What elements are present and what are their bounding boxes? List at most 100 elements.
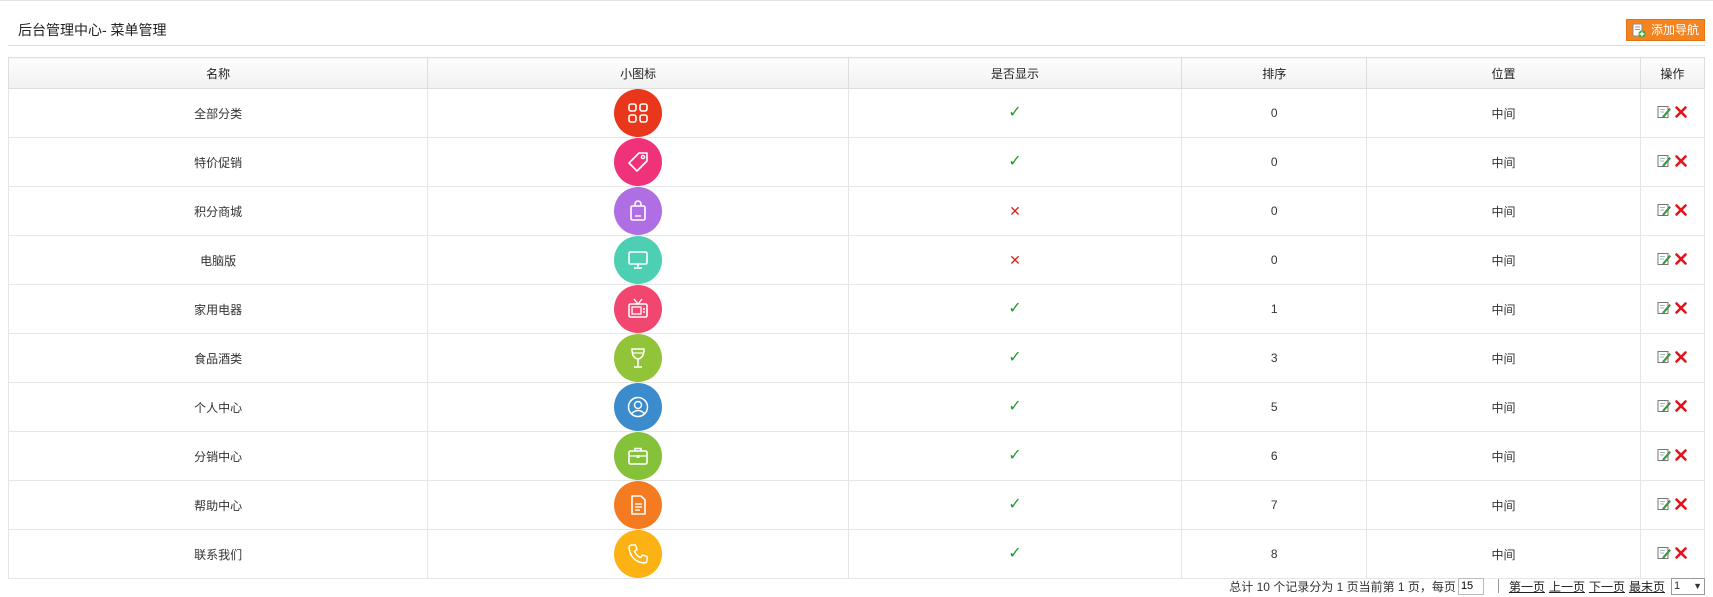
position-value: 中间 <box>1491 400 1516 415</box>
menu-name: 分销中心 <box>194 449 243 464</box>
per-page-input[interactable] <box>1457 577 1484 595</box>
table-body: 全部分类 ✓ 0 中间 特价促销 ✓ 0 中间 积分商城 ✕ 0 中间 电脑版 ✕ 0 中间 家用电器 ✓ 1 中间食… <box>7 88 1706 579</box>
edit-icon[interactable] <box>1657 252 1671 266</box>
position-value: 中间 <box>1491 302 1516 317</box>
edit-icon[interactable] <box>1657 399 1671 413</box>
cell-icon <box>427 431 849 481</box>
table-row: 分销中心 ✓ 6 中间 <box>7 431 1706 481</box>
edit-icon[interactable] <box>1657 203 1671 217</box>
position-value: 中间 <box>1491 204 1516 219</box>
cell-visible: ✓ <box>847 137 1183 187</box>
cell-position: 中间 <box>1366 431 1641 481</box>
menu-name: 食品酒类 <box>194 351 243 366</box>
delete-icon[interactable] <box>1674 546 1688 560</box>
delete-icon[interactable] <box>1674 252 1688 266</box>
delete-icon[interactable] <box>1674 301 1688 315</box>
column-header-visible[interactable]: 是否显示 <box>847 57 1183 89</box>
page-select-value: 1 <box>1674 580 1681 592</box>
menu-name: 联系我们 <box>194 547 243 562</box>
cell-sort: 0 <box>1181 235 1368 285</box>
menu-name: 帮助中心 <box>194 498 243 513</box>
delete-icon[interactable] <box>1674 399 1688 413</box>
check-icon[interactable]: ✓ <box>1008 545 1021 562</box>
prev-page-link[interactable]: 上一页 <box>1549 578 1585 595</box>
delete-icon[interactable] <box>1674 154 1688 168</box>
cell-sort: 0 <box>1181 88 1368 138</box>
chevron-down-icon: ▼ <box>1693 581 1702 591</box>
cell-name: 个人中心 <box>7 382 429 432</box>
monitor-icon <box>614 236 663 284</box>
add-nav-button[interactable]: 添加导航 <box>1626 19 1705 41</box>
edit-icon[interactable] <box>1657 350 1671 364</box>
check-icon[interactable]: ✓ <box>1008 104 1021 121</box>
first-page-link[interactable]: 第一页 <box>1509 578 1545 595</box>
edit-icon[interactable] <box>1657 546 1671 560</box>
check-icon[interactable]: ✓ <box>1008 447 1021 464</box>
cell-position: 中间 <box>1366 186 1641 236</box>
delete-icon[interactable] <box>1674 497 1688 511</box>
cell-sort: 7 <box>1181 480 1368 530</box>
document-icon <box>614 481 663 529</box>
page-select[interactable]: 1 ▼ <box>1671 577 1705 595</box>
check-icon[interactable]: ✓ <box>1008 349 1021 366</box>
cross-icon[interactable]: ✕ <box>1009 203 1021 219</box>
cell-name: 家用电器 <box>7 284 429 334</box>
last-page-link[interactable]: 最末页 <box>1629 578 1665 595</box>
phone-icon <box>614 530 663 578</box>
sort-value: 3 <box>1270 351 1278 365</box>
edit-icon[interactable] <box>1657 301 1671 315</box>
cell-name: 积分商城 <box>7 186 429 236</box>
edit-icon[interactable] <box>1657 497 1671 511</box>
sort-value: 7 <box>1270 498 1278 512</box>
column-header-name[interactable]: 名称 <box>7 57 429 89</box>
top-border <box>0 0 1713 1</box>
cell-visible: ✓ <box>847 431 1183 481</box>
cell-position: 中间 <box>1366 529 1641 579</box>
column-header-icon[interactable]: 小图标 <box>427 57 849 89</box>
cell-actions <box>1639 88 1706 138</box>
menu-name: 特价促销 <box>194 155 243 170</box>
edit-icon[interactable] <box>1657 448 1671 462</box>
cell-icon <box>427 137 849 187</box>
position-value: 中间 <box>1491 547 1516 562</box>
tag-icon <box>614 138 663 186</box>
check-icon[interactable]: ✓ <box>1008 300 1021 317</box>
sort-value: 5 <box>1270 400 1278 414</box>
cell-position: 中间 <box>1366 137 1641 187</box>
menu-name: 全部分类 <box>194 106 243 121</box>
cell-sort: 6 <box>1181 431 1368 481</box>
cell-sort: 1 <box>1181 284 1368 334</box>
cell-name: 电脑版 <box>7 235 429 285</box>
column-header-actions[interactable]: 操作 <box>1639 57 1706 89</box>
cell-position: 中间 <box>1366 88 1641 138</box>
cell-sort: 0 <box>1181 186 1368 236</box>
cell-icon <box>427 235 849 285</box>
delete-icon[interactable] <box>1674 105 1688 119</box>
table-row: 联系我们 ✓ 8 中间 <box>7 529 1706 579</box>
check-icon[interactable]: ✓ <box>1008 496 1021 513</box>
edit-icon[interactable] <box>1657 154 1671 168</box>
delete-icon[interactable] <box>1674 350 1688 364</box>
check-icon[interactable]: ✓ <box>1008 153 1021 170</box>
cell-actions <box>1639 284 1706 334</box>
sort-value: 1 <box>1270 302 1278 316</box>
cross-icon[interactable]: ✕ <box>1009 252 1021 268</box>
sort-value: 8 <box>1270 547 1278 561</box>
delete-icon[interactable] <box>1674 448 1688 462</box>
cell-position: 中间 <box>1366 284 1641 334</box>
cell-sort: 3 <box>1181 333 1368 383</box>
next-page-link[interactable]: 下一页 <box>1589 578 1625 595</box>
sort-value: 0 <box>1270 155 1278 169</box>
check-icon[interactable]: ✓ <box>1008 398 1021 415</box>
delete-icon[interactable] <box>1674 203 1688 217</box>
pager-divider <box>1497 579 1499 593</box>
position-value: 中间 <box>1491 253 1516 268</box>
cell-position: 中间 <box>1366 382 1641 432</box>
column-header-sort[interactable]: 排序 <box>1181 57 1368 89</box>
menu-name: 积分商城 <box>194 204 243 219</box>
cell-position: 中间 <box>1366 333 1641 383</box>
edit-icon[interactable] <box>1657 105 1671 119</box>
sort-value: 6 <box>1270 449 1278 463</box>
column-header-position[interactable]: 位置 <box>1366 57 1641 89</box>
cell-actions <box>1639 333 1706 383</box>
